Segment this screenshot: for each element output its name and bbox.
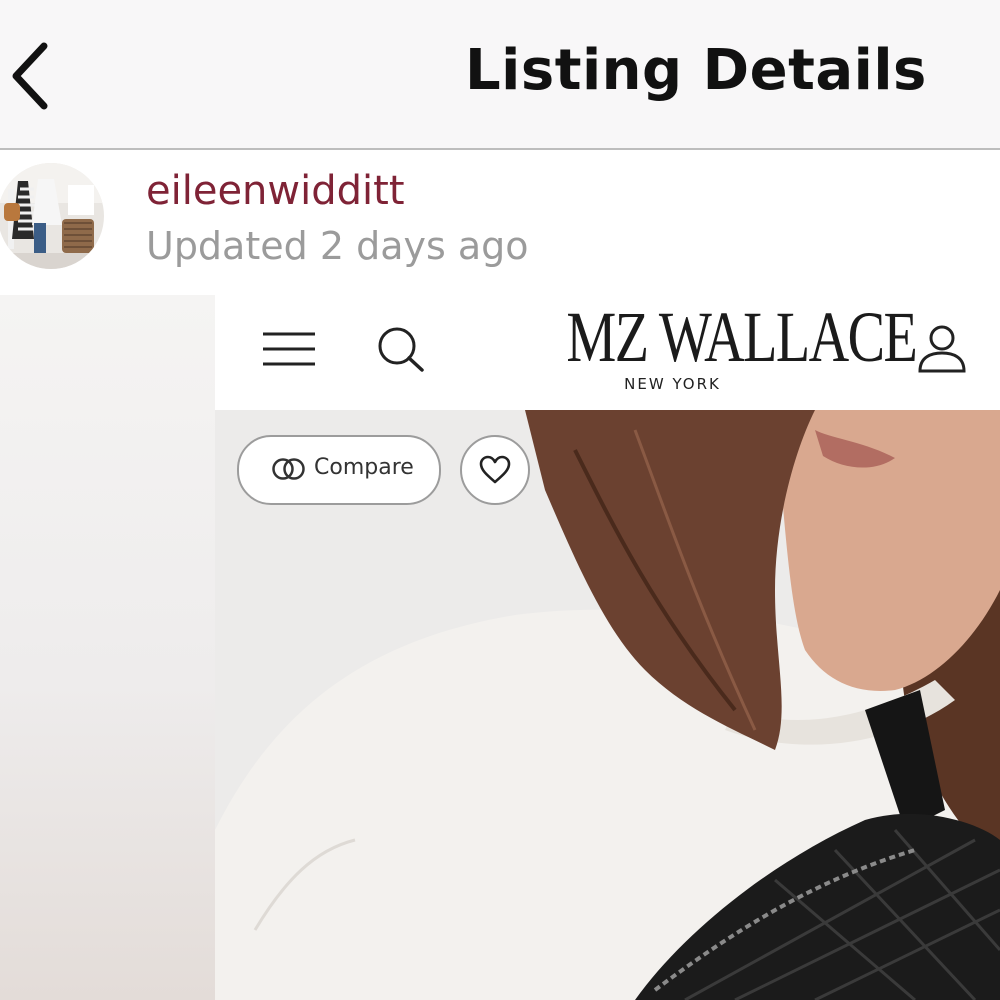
page-title: Listing Details	[465, 38, 927, 103]
seller-username[interactable]: eileenwidditt	[146, 168, 405, 214]
compare-button[interactable]: Compare	[237, 435, 441, 505]
embedded-screenshot: MZ WALLACE NEW YORK Compare	[215, 295, 1000, 1000]
chevron-left-icon	[12, 42, 48, 110]
site-header: MZ WALLACE NEW YORK	[215, 295, 1000, 410]
avatar[interactable]	[0, 163, 104, 269]
brand-logo: MZ WALLACE	[566, 297, 917, 377]
back-button[interactable]	[8, 38, 58, 114]
brand-subtitle: NEW YORK	[624, 375, 721, 393]
compare-label: Compare	[314, 455, 414, 480]
heart-icon	[479, 455, 511, 484]
menu-icon	[263, 332, 315, 366]
compare-icon	[272, 458, 305, 480]
photo-background	[0, 295, 215, 1000]
top-bar: Listing Details	[0, 0, 1000, 150]
search-icon	[378, 327, 424, 372]
listing-photo[interactable]: MZ WALLACE NEW YORK Compare	[0, 295, 1000, 1000]
favorite-button[interactable]	[460, 435, 530, 505]
user-icon	[918, 325, 966, 373]
avatar-image	[0, 163, 104, 269]
updated-timestamp: Updated 2 days ago	[146, 224, 529, 268]
